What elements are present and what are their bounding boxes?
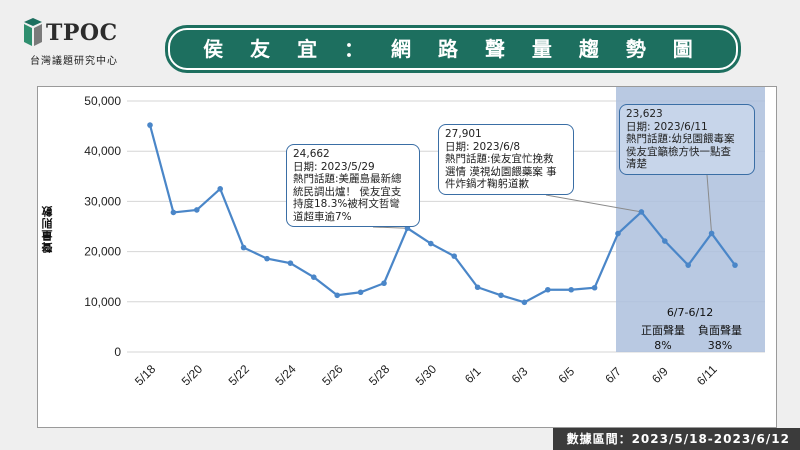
x-tick-label: 6/3: [509, 364, 531, 386]
y-tick-label: 0: [114, 345, 121, 359]
data-point: [428, 240, 434, 247]
data-point: [147, 122, 153, 128]
negative-sentiment-value: 38%: [707, 339, 733, 352]
annotation-topic: 熱門話題:幼兒園餵毒案 侯友宜籲檢方快一點查 清楚: [626, 133, 735, 170]
y-axis-label: 聲量則數: [41, 205, 54, 253]
data-point: [311, 274, 317, 281]
data-point: [451, 253, 458, 259]
data-point: [685, 262, 691, 268]
data-point: [194, 207, 200, 213]
highlight-range-label: 6/7-6/12: [666, 306, 714, 319]
data-point: [521, 299, 528, 306]
data-point: [591, 284, 598, 291]
x-tick-label: 5/24: [272, 362, 299, 389]
x-tick-label: 6/9: [649, 364, 671, 386]
data-point: [287, 260, 294, 266]
x-tick-label: 5/18: [132, 362, 159, 389]
data-point: [708, 230, 715, 237]
negative-sentiment-label: 負面聲量: [698, 324, 742, 337]
annotation-date: 日期: 2023/5/29: [293, 160, 375, 173]
annotation-value: 24,662: [293, 148, 330, 160]
y-tick-label: 50,000: [84, 94, 121, 108]
annotation-topic: 熱門話題:美麗島最新總 統民調出爐！ 侯友宜支 持度18.3%被柯文哲彎 道超車…: [293, 173, 402, 223]
data-range-footer: 數據區間：2023/5/18-2023/6/12: [552, 428, 800, 450]
y-tick-label: 20,000: [84, 245, 121, 259]
annotation-topic: 熱門話題:侯友宜忙挽救 選情 漠視幼園餵藥案 事 件炸鍋才鞠躬道歉: [445, 153, 557, 190]
annotation-callout-6-11: 23,623 日期: 2023/6/11 熱門話題:幼兒園餵毒案 侯友宜籲檢方快…: [619, 104, 755, 175]
x-tick-label: 6/1: [462, 364, 484, 386]
data-point: [545, 286, 551, 293]
data-point: [381, 280, 387, 287]
x-tick-label: 6/7: [602, 364, 624, 386]
data-point: [357, 289, 364, 296]
annotation-value: 23,623: [626, 108, 663, 120]
x-tick-label: 5/20: [179, 362, 206, 389]
data-point: [217, 186, 223, 192]
annotation-callout-6-8: 27,901 日期: 2023/6/8 熱門話題:侯友宜忙挽救 選情 漠視幼園餵…: [438, 124, 574, 195]
x-tick-label: 5/28: [366, 362, 393, 389]
annotation-date: 日期: 2023/6/11: [626, 120, 708, 133]
data-point: [264, 255, 270, 262]
annotation-leader: [372, 226, 408, 229]
data-point: [334, 292, 341, 299]
data-point: [474, 284, 481, 291]
x-tick-label: 5/30: [413, 362, 440, 389]
x-tick-label: 6/5: [556, 364, 578, 386]
data-point: [638, 209, 645, 215]
data-point: [662, 238, 668, 244]
annotation-value: 27,901: [445, 128, 482, 140]
y-tick-label: 10,000: [84, 295, 121, 309]
x-tick-label: 6/11: [694, 362, 720, 388]
y-tick-label: 40,000: [84, 144, 121, 158]
data-point: [568, 286, 574, 293]
annotation-date: 日期: 2023/6/8: [445, 140, 521, 153]
data-point: [732, 262, 738, 268]
positive-sentiment-value: 8%: [654, 339, 672, 352]
data-point: [498, 292, 504, 299]
y-tick-label: 30,000: [84, 194, 121, 208]
x-tick-label: 5/22: [226, 362, 253, 389]
data-point: [240, 244, 247, 251]
x-tick-label: 5/26: [319, 362, 346, 389]
annotation-callout-5-29: 24,662 日期: 2023/5/29 熱門話題:美麗島最新總 統民調出爐！ …: [286, 144, 420, 227]
data-point: [170, 209, 177, 216]
positive-sentiment-label: 正面聲量: [641, 324, 685, 337]
data-point: [615, 230, 621, 237]
